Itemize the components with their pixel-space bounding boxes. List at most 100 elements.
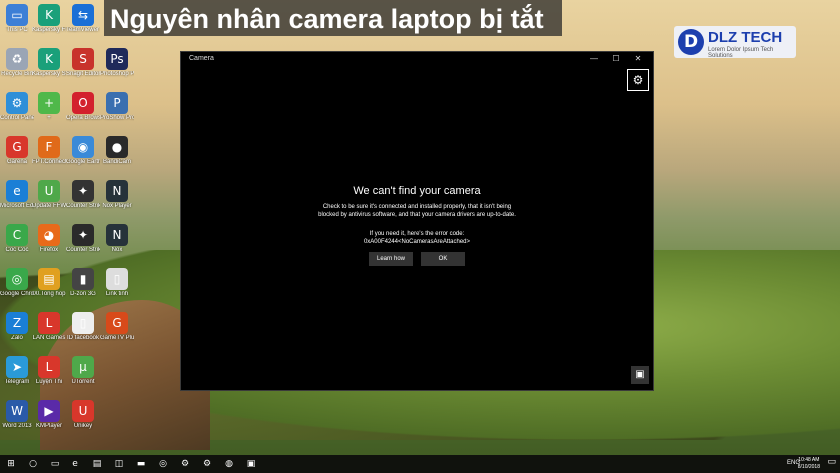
logo-tagline: Lorem Dolor Ipsum Tech Solutions — [708, 47, 774, 59]
desktop-icon-label: Luyện Thi — [35, 379, 63, 385]
desktop-icon[interactable]: FFPT.Connect... — [32, 136, 66, 166]
desktop-icon[interactable]: G GameTV Plus — [100, 312, 134, 342]
desktop-icon-label: Kaspersky Free — [32, 27, 66, 33]
desktop-icon[interactable]: KKaspersky Free — [32, 4, 66, 34]
desktop-icon[interactable]: ◎Google Chrome — [0, 268, 34, 298]
desktop-icon-glyph: P — [106, 92, 128, 114]
desktop-icon[interactable]: W Word 2013 — [0, 400, 34, 430]
taskbar-app-icon[interactable]: ▣ — [244, 457, 258, 471]
notification-icon[interactable]: ▭ — [827, 457, 836, 467]
desktop-icon-label: Google Earth Pro — [66, 159, 100, 165]
desktop-icon-glyph: ▶ — [38, 400, 60, 422]
desktop-icon-label: ID facebook — [66, 335, 100, 341]
photo-gallery-icon[interactable]: ▣ — [631, 366, 649, 384]
maximize-button[interactable]: ☐ — [605, 53, 627, 65]
clock-time: 10:48 AM — [798, 457, 820, 463]
minimize-button[interactable]: — — [583, 53, 605, 65]
taskbar-app-icon[interactable]: e — [68, 457, 82, 471]
search-icon[interactable]: ○ — [26, 457, 40, 471]
taskbar-app-icon[interactable]: ⚙ — [178, 457, 192, 471]
desktop-icon-label: GameTV Plus — [100, 335, 134, 341]
desktop-icon-glyph: ✦ — [72, 224, 94, 246]
settings-gear-icon[interactable]: ⚙ — [627, 69, 649, 91]
desktop-icon[interactable]: ⇆TeamViewer 13 — [66, 4, 100, 34]
desktop-icon-glyph: F — [38, 136, 60, 158]
desktop-icon-label: Unikey — [73, 423, 93, 429]
start-icon[interactable]: ⊞ — [4, 457, 18, 471]
desktop-icon-glyph: ▤ — [38, 268, 60, 290]
desktop-icon[interactable]: ➤ Telegram — [0, 356, 34, 386]
error-body-line1: Check to be sure it's connected and inst… — [322, 204, 512, 210]
article-title-banner: Nguyên nhân camera laptop bị tắt — [104, 0, 562, 36]
desktop-icon[interactable]: ◕ Firefox — [32, 224, 66, 254]
desktop-icon-glyph: e — [6, 180, 28, 202]
desktop-icon-glyph: ◎ — [6, 268, 28, 290]
desktop-icon[interactable]: ♻ Recycle Bin — [0, 48, 34, 78]
taskbar-app-icon[interactable]: ▤ — [90, 457, 104, 471]
desktop-icon[interactable]: ⚙ Control Panel — [0, 92, 34, 122]
desktop-icon-label: KMPlayer — [35, 423, 62, 429]
desktop-icon[interactable]: ▤ 00.Tong hop — [32, 268, 66, 298]
desktop-icon[interactable]: eMicrosoft Edge — [0, 180, 34, 210]
desktop-icon[interactable]: ✦Counter Strike 1.6 — [66, 224, 100, 254]
desktop-icon[interactable]: ◉Google Earth Pro — [66, 136, 100, 166]
clock[interactable]: 10:48 AM 8/10/2018 — [798, 457, 820, 471]
desktop-icon-glyph: ◕ — [38, 224, 60, 246]
desktop-icon[interactable]: µ UTorrent — [66, 356, 100, 386]
taskbar-app-icon[interactable]: ◫ — [112, 457, 126, 471]
desktop-icon[interactable]: OOpera Browser — [66, 92, 100, 122]
desktop-icon[interactable]: C Cốc Cốc — [0, 224, 34, 254]
taskbar-app-icon[interactable]: ▬ — [134, 457, 148, 471]
desktop-icon-glyph: U — [38, 180, 60, 202]
desktop-icon[interactable]: L LAN Games — [32, 312, 66, 342]
desktop-icon-label: Update FFW — [32, 203, 66, 209]
learn-how-button[interactable]: Learn how — [369, 252, 413, 266]
desktop-icon[interactable]: KKaspersky Secure Con... — [32, 48, 66, 78]
desktop-icon[interactable]: PProShow Producer — [100, 92, 134, 122]
desktop-icon[interactable]: ▯ ID facebook — [66, 312, 100, 342]
desktop-icon-label: Word 2013 — [2, 423, 32, 429]
desktop-icon-glyph: N — [106, 180, 128, 202]
taskbar-app-icon[interactable]: ◎ — [156, 457, 170, 471]
desktop-icon-glyph: ♻ — [6, 48, 28, 70]
desktop-icon[interactable]: + + — [32, 92, 66, 122]
desktop-icon-label: Nox Player — [102, 203, 132, 209]
desktop-icon[interactable]: N Nox Player — [100, 180, 134, 210]
desktop-icon[interactable]: S Snagit Editor — [66, 48, 100, 78]
desktop-icon-label: Control Panel — [0, 115, 34, 121]
desktop-icon-label: Google Chrome — [0, 291, 34, 297]
desktop-icon-glyph: ▮ — [72, 268, 94, 290]
desktop-icon[interactable]: ▶ KMPlayer — [32, 400, 66, 430]
desktop-icon-glyph: L — [38, 356, 60, 378]
desktop-icon[interactable]: N Nox — [100, 224, 134, 254]
desktop-icon[interactable]: U Update FFW — [32, 180, 66, 210]
window-titlebar[interactable]: Camera — ☐ ✕ — [181, 52, 653, 66]
logo-brand: DLZ TECH — [708, 29, 783, 46]
desktop-icon[interactable]: ▭ This PC — [0, 4, 34, 34]
desktop-icon-label: Counter Strike — [66, 203, 100, 209]
desktop-icon-glyph: N — [106, 224, 128, 246]
taskbar-app-icon[interactable]: ◍ — [222, 457, 236, 471]
desktop-icon-label: Nox — [111, 247, 123, 253]
desktop-icon-label: UTorrent — [71, 379, 95, 385]
taskbar-app-icon[interactable]: ⚙ — [200, 457, 214, 471]
desktop-icon[interactable]: ▯ Link tinh — [100, 268, 134, 298]
desktop-icon-glyph: ▯ — [72, 312, 94, 334]
logo-mark: D — [678, 29, 704, 55]
desktop-icon[interactable]: PsPhotoshop Portable — [100, 48, 134, 78]
desktop-icon-glyph: G — [106, 312, 128, 334]
desktop-icon-glyph: K — [38, 4, 60, 26]
dlz-tech-logo: D DLZ TECH Lorem Dolor Ipsum Tech Soluti… — [674, 26, 796, 59]
close-button[interactable]: ✕ — [627, 53, 649, 65]
desktop-icon[interactable]: G Garena — [0, 136, 34, 166]
ok-button[interactable]: OK — [421, 252, 465, 266]
desktop-icon[interactable]: U Unikey — [66, 400, 100, 430]
desktop-icon[interactable]: ● BandiCam — [100, 136, 134, 166]
desktop-icon-label: BandiCam — [102, 159, 131, 165]
desktop-icon[interactable]: Z Zalo — [0, 312, 34, 342]
task-view-icon[interactable]: ▭ — [48, 457, 62, 471]
desktop-icon[interactable]: ✦Counter Strike — [66, 180, 100, 210]
desktop-icon[interactable]: ▮ D-zon 3G — [66, 268, 100, 298]
desktop-icon[interactable]: L Luyện Thi — [32, 356, 66, 386]
desktop-icon-label: Counter Strike 1.6 — [66, 247, 100, 253]
